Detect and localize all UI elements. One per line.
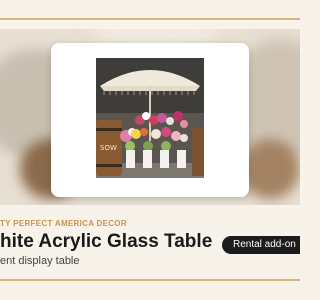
rental-addon-badge: Rental add-on xyxy=(222,236,300,254)
product-title: hite Acrylic Glass Table xyxy=(0,231,213,252)
bottom-divider xyxy=(0,279,300,281)
product-photo: SOW xyxy=(96,58,204,178)
top-divider xyxy=(0,18,300,20)
product-image-card[interactable]: SOW xyxy=(51,43,249,197)
brand-label: TY PERFECT AMERICA DECOR xyxy=(0,219,127,228)
product-photo-svg: SOW xyxy=(96,58,204,178)
product-subtitle: ent display table xyxy=(0,255,80,267)
barrel-sign: SOW xyxy=(100,144,117,152)
